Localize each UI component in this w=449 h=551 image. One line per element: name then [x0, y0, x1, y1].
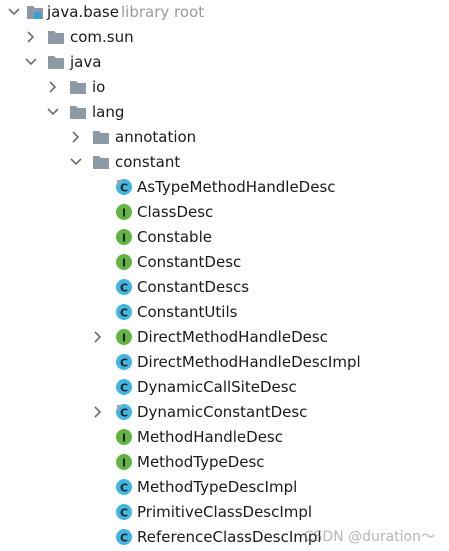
chevron-down-icon[interactable]: [66, 152, 86, 172]
tree-node-methodtypedesc[interactable]: I MethodTypeDesc: [0, 450, 449, 475]
tree-node-methodhandledesc[interactable]: I MethodHandleDesc: [0, 425, 449, 450]
svg-text:C: C: [120, 307, 128, 320]
library-module-icon: [25, 2, 45, 22]
folder-icon: [91, 152, 111, 172]
svg-text:I: I: [122, 257, 126, 270]
tree-node-constable[interactable]: I Constable: [0, 225, 449, 250]
java-class-icon: C: [114, 302, 134, 322]
project-tree: java.base library root com.sun java io l…: [0, 0, 449, 549]
svg-text:I: I: [122, 207, 126, 220]
tree-node-com-sun[interactable]: com.sun: [0, 25, 449, 50]
chevron-right-icon[interactable]: [21, 27, 41, 47]
svg-text:C: C: [120, 407, 128, 420]
folder-icon: [68, 102, 88, 122]
chevron-down-icon[interactable]: [43, 102, 63, 122]
node-label: java.base: [47, 3, 119, 21]
java-class-icon: C: [114, 402, 134, 422]
tree-node-astypemethodhandledesc[interactable]: C AsTypeMethodHandleDesc: [0, 175, 449, 200]
node-label: constant: [115, 153, 181, 171]
tree-node-io[interactable]: io: [0, 75, 449, 100]
tree-node-constantdesc[interactable]: I ConstantDesc: [0, 250, 449, 275]
node-label: MethodTypeDesc: [137, 453, 265, 471]
svg-text:I: I: [122, 332, 126, 345]
node-label: ClassDesc: [137, 203, 214, 221]
chevron-right-icon[interactable]: [88, 402, 108, 422]
node-label: lang: [92, 103, 125, 121]
svg-text:C: C: [120, 357, 128, 370]
svg-text:I: I: [122, 457, 126, 470]
node-label: DirectMethodHandleDescImpl: [137, 353, 361, 371]
tree-node-java-base[interactable]: java.base library root: [0, 0, 449, 25]
svg-text:I: I: [122, 432, 126, 445]
tree-node-classdesc[interactable]: I ClassDesc: [0, 200, 449, 225]
svg-text:I: I: [122, 232, 126, 245]
node-label: AsTypeMethodHandleDesc: [137, 178, 336, 196]
svg-text:C: C: [120, 507, 128, 520]
tree-node-dynamiccallsitedesc[interactable]: C DynamicCallSiteDesc: [0, 375, 449, 400]
node-label: Constable: [137, 228, 212, 246]
tree-node-constant[interactable]: constant: [0, 150, 449, 175]
library-root-hint: library root: [121, 3, 205, 21]
tree-node-constantdescs[interactable]: C ConstantDescs: [0, 275, 449, 300]
svg-text:C: C: [120, 382, 128, 395]
tree-node-directmethodhandledescimpl[interactable]: C DirectMethodHandleDescImpl: [0, 350, 449, 375]
folder-icon: [68, 77, 88, 97]
java-class-icon: C: [114, 477, 134, 497]
tree-node-dynamicconstantdesc[interactable]: C DynamicConstantDesc: [0, 400, 449, 425]
node-label: com.sun: [70, 28, 134, 46]
folder-icon: [46, 52, 66, 72]
folder-icon: [46, 27, 66, 47]
java-class-icon: C: [114, 177, 134, 197]
chevron-right-icon[interactable]: [66, 127, 86, 147]
tree-node-lang[interactable]: lang: [0, 100, 449, 125]
java-interface-icon: I: [114, 452, 134, 472]
java-interface-icon: I: [114, 227, 134, 247]
svg-text:C: C: [120, 282, 128, 295]
node-label: DynamicConstantDesc: [137, 403, 308, 421]
node-label: ReferenceClassDescImpl: [137, 528, 322, 546]
node-label: ConstantDesc: [137, 253, 242, 271]
node-label: io: [92, 78, 106, 96]
chevron-right-icon[interactable]: [43, 77, 63, 97]
java-interface-icon: I: [114, 202, 134, 222]
svg-text:C: C: [120, 532, 128, 545]
node-label: MethodTypeDescImpl: [137, 478, 298, 496]
chevron-down-icon[interactable]: [4, 2, 24, 22]
node-label: annotation: [115, 128, 197, 146]
folder-icon: [91, 127, 111, 147]
tree-node-methodtypedescimpl[interactable]: C MethodTypeDescImpl: [0, 475, 449, 500]
node-label: DynamicCallSiteDesc: [137, 378, 297, 396]
node-label: MethodHandleDesc: [137, 428, 283, 446]
node-label: ConstantUtils: [137, 303, 238, 321]
watermark: CSDN @duration～: [303, 529, 435, 545]
tree-node-directmethodhandledesc[interactable]: I DirectMethodHandleDesc: [0, 325, 449, 350]
chevron-right-icon[interactable]: [88, 327, 108, 347]
node-label: PrimitiveClassDescImpl: [137, 503, 313, 521]
tree-node-primitiveclassdescimpl[interactable]: C PrimitiveClassDescImpl: [0, 500, 449, 525]
tree-node-constantutils[interactable]: C ConstantUtils: [0, 300, 449, 325]
java-interface-icon: I: [114, 252, 134, 272]
node-label: ConstantDescs: [137, 278, 250, 296]
java-class-icon: C: [114, 277, 134, 297]
java-interface-icon: I: [114, 427, 134, 447]
java-interface-icon: I: [114, 327, 134, 347]
node-label: java: [70, 53, 102, 71]
tree-node-annotation[interactable]: annotation: [0, 125, 449, 150]
java-class-icon: C: [114, 527, 134, 547]
chevron-down-icon[interactable]: [21, 52, 41, 72]
java-class-icon: C: [114, 377, 134, 397]
svg-text:C: C: [120, 182, 128, 195]
tree-node-java[interactable]: java: [0, 50, 449, 75]
svg-text:C: C: [120, 482, 128, 495]
java-class-icon: C: [114, 352, 134, 372]
java-class-icon: C: [114, 502, 134, 522]
node-label: DirectMethodHandleDesc: [137, 328, 328, 346]
